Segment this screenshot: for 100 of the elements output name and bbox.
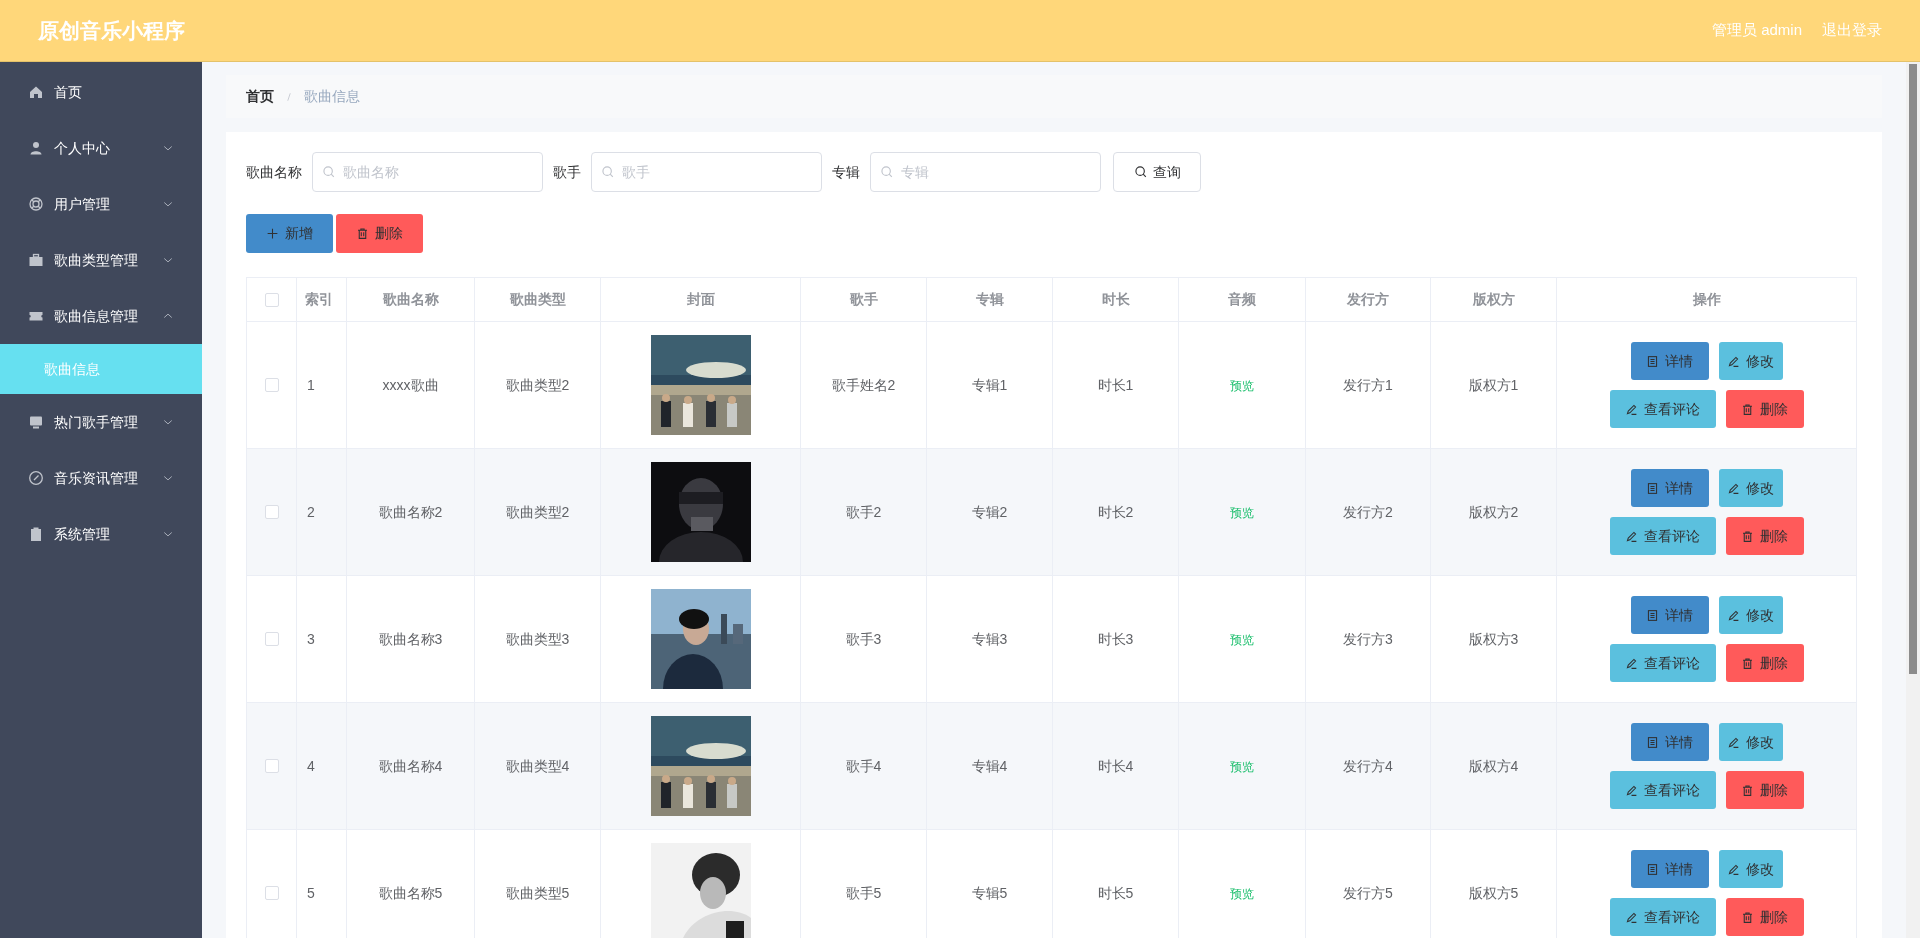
column-header: 歌曲名称 [346, 277, 475, 322]
table-cell: 歌手4 [845, 757, 882, 774]
column-header: 歌手 [800, 277, 927, 322]
details-button[interactable]: 详情 [1630, 596, 1709, 634]
comments-button[interactable]: 查看评论 [1609, 517, 1716, 555]
table-cell: 歌曲名称5 [378, 884, 443, 901]
select-all-checkbox[interactable] [264, 292, 279, 307]
row-checkbox[interactable] [264, 632, 279, 646]
table-cell: 版权方2 [1468, 503, 1519, 520]
table-cell: 歌手3 [845, 630, 882, 647]
table-cell: 时长2 [1097, 503, 1134, 520]
table-cell: 2 [307, 503, 315, 520]
compass-icon [28, 470, 44, 486]
lifebuoy-icon [28, 196, 44, 212]
search-button[interactable]: 查询 [1113, 152, 1201, 192]
column-header: 时长 [1052, 277, 1179, 322]
document-icon [1646, 862, 1659, 876]
table-cell: 歌手姓名2 [831, 376, 896, 393]
edit-button[interactable]: 修改 [1718, 850, 1783, 888]
search-icon [1133, 165, 1148, 179]
add-button[interactable]: 新增 [246, 214, 333, 253]
delete-button[interactable]: 删除 [1725, 771, 1804, 809]
column-header: 音频 [1178, 277, 1306, 322]
app-title: 原创音乐小程序 [38, 17, 185, 44]
trash-icon [1741, 402, 1754, 416]
scrollbar[interactable] [1906, 62, 1920, 938]
pencil-icon [1625, 402, 1638, 416]
search-field[interactable]: 歌手 [591, 152, 822, 192]
delete-button[interactable]: 删除 [1725, 517, 1804, 555]
row-checkbox[interactable] [264, 505, 279, 519]
table-cell: 版权方5 [1468, 884, 1519, 901]
search-field[interactable]: 专辑 [870, 152, 1101, 192]
table-cell: 歌手2 [845, 503, 882, 520]
comments-button[interactable]: 查看评论 [1609, 771, 1716, 809]
table-cell: 歌曲类型2 [505, 376, 570, 393]
table-cell: 专辑4 [971, 757, 1008, 774]
table-cell: 发行方3 [1343, 630, 1393, 647]
sidebar-item[interactable]: 热门歌手管理 [0, 394, 202, 450]
column-header: 索引 [296, 277, 347, 322]
document-icon [1646, 481, 1659, 495]
row-checkbox[interactable] [264, 886, 279, 900]
table-cell: 1 [307, 376, 315, 393]
column-header: 歌曲类型 [474, 277, 601, 322]
briefcase-icon [28, 252, 44, 268]
pencil-icon [1727, 481, 1740, 495]
details-button[interactable]: 详情 [1630, 469, 1709, 507]
delete-button[interactable]: 删除 [1725, 390, 1804, 428]
plus-icon [266, 227, 279, 240]
delete-button[interactable]: 删除 [336, 214, 423, 253]
sidebar-item[interactable]: 歌曲信息管理 [0, 288, 202, 344]
comments-button[interactable]: 查看评论 [1609, 390, 1716, 428]
table-cell: 3 [307, 630, 315, 647]
table-cell: 发行方5 [1343, 884, 1393, 901]
pencil-icon [1625, 656, 1638, 670]
trash-icon [1741, 529, 1754, 543]
details-button[interactable]: 详情 [1630, 850, 1709, 888]
row-checkbox[interactable] [264, 759, 279, 773]
search-icon [880, 165, 894, 179]
search-icon [322, 165, 336, 179]
edit-button[interactable]: 修改 [1718, 596, 1783, 634]
edit-button[interactable]: 修改 [1718, 723, 1783, 761]
edit-button[interactable]: 修改 [1718, 469, 1783, 507]
column-header: 封面 [600, 277, 801, 322]
row-checkbox[interactable] [264, 378, 279, 392]
sidebar-item[interactable]: 首页 [0, 64, 202, 120]
search-field[interactable]: 歌曲名称 [312, 152, 543, 192]
details-button[interactable]: 详情 [1630, 342, 1709, 380]
delete-button[interactable]: 删除 [1725, 898, 1804, 936]
pencil-icon [1625, 910, 1638, 924]
delete-button[interactable]: 删除 [1725, 644, 1804, 682]
column-header: 专辑 [926, 277, 1053, 322]
table-cell: xxxx歌曲 [382, 376, 439, 393]
comments-button[interactable]: 查看评论 [1609, 644, 1716, 682]
sidebar-item[interactable]: 系统管理 [0, 506, 202, 562]
field-label: 专辑 [832, 162, 860, 182]
table-cell: 歌曲名称3 [378, 630, 443, 647]
edit-button[interactable]: 修改 [1718, 342, 1783, 380]
sidebar-item[interactable]: 个人中心 [0, 120, 202, 176]
sidebar-item[interactable]: 音乐资讯管理 [0, 450, 202, 506]
table-cell: 版权方1 [1468, 376, 1519, 393]
field-label: 歌手 [553, 162, 581, 182]
table-cell: 时长1 [1097, 376, 1134, 393]
pencil-icon [1625, 783, 1638, 797]
sidebar-item[interactable]: 歌曲类型管理 [0, 232, 202, 288]
comments-button[interactable]: 查看评论 [1609, 898, 1716, 936]
column-header: 操作 [1556, 277, 1857, 322]
document-icon [1646, 354, 1659, 368]
pencil-icon [1727, 735, 1740, 749]
breadcrumb-link[interactable]: 首页 [246, 86, 274, 107]
table-cell: 歌曲名称4 [378, 757, 443, 774]
table-cell: 歌曲类型4 [505, 757, 570, 774]
table-cell: 专辑2 [971, 503, 1008, 520]
table-cell: 4 [307, 757, 315, 774]
details-button[interactable]: 详情 [1630, 723, 1709, 761]
table-cell: 版权方4 [1468, 757, 1519, 774]
sidebar-item[interactable]: 用户管理 [0, 176, 202, 232]
pencil-icon [1625, 529, 1638, 543]
table-cell: 歌曲名称2 [378, 503, 443, 520]
pencil-icon [1727, 354, 1740, 368]
table-cell: 版权方3 [1468, 630, 1519, 647]
